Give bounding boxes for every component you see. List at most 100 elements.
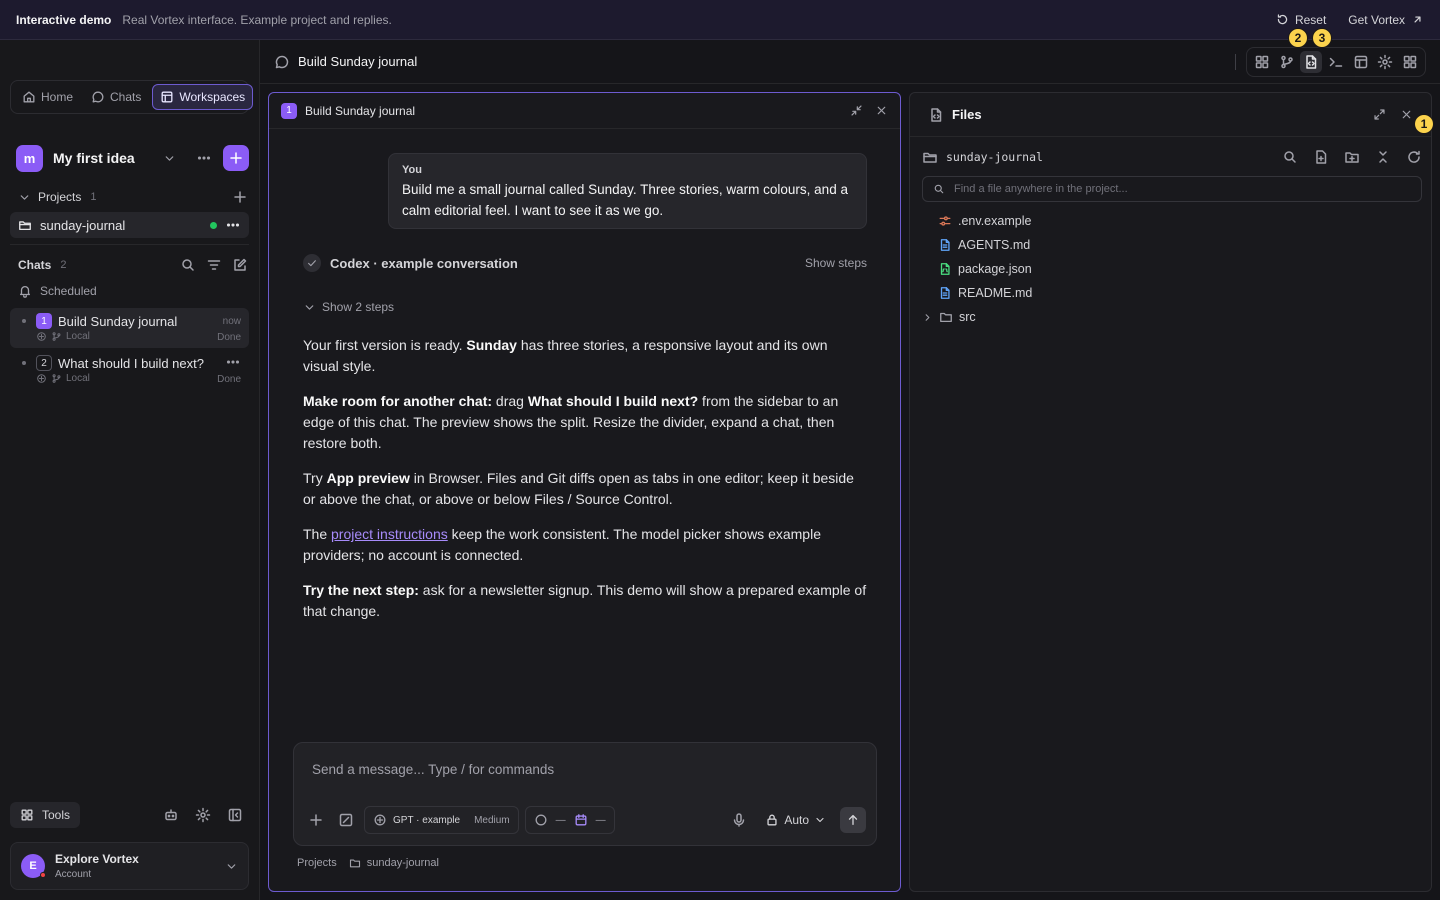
bell-icon — [19, 285, 31, 298]
banner-subtitle: Real Vortex interface. Example project a… — [122, 12, 392, 27]
context-picker[interactable]: — — — [524, 806, 615, 834]
tab-chats[interactable]: Chats — [84, 84, 148, 110]
bot-icon[interactable] — [163, 807, 179, 823]
message-composer[interactable]: Send a message... Type / for commands GP… — [293, 742, 877, 846]
expand-icon[interactable] — [1373, 108, 1386, 121]
message-input[interactable]: Send a message... Type / for commands — [312, 762, 554, 777]
account-card[interactable]: E Explore Vortex Account — [10, 842, 249, 890]
tools-row: Tools — [10, 802, 249, 828]
tab-workspaces[interactable]: Workspaces — [152, 84, 254, 110]
workspace-switcher[interactable]: m My first idea — [16, 144, 249, 172]
chat-time: now — [222, 316, 241, 327]
sidebar-toggle-icon[interactable] — [227, 807, 243, 823]
chat-item-build-sunday[interactable]: 1 Build Sunday journal Local now Done — [10, 308, 249, 348]
scheduled-item[interactable]: Scheduled — [18, 284, 97, 298]
banner-title: Interactive demo — [16, 12, 112, 27]
file-item-env-example[interactable]: .env.example — [922, 210, 1422, 232]
user-label: You — [402, 164, 422, 176]
chevron-down-icon — [305, 304, 314, 310]
text-bold: Make room for another chat: — [303, 393, 493, 409]
browser-button[interactable] — [1350, 51, 1372, 73]
chevron-down-icon — [227, 863, 236, 869]
close-icon[interactable] — [1400, 108, 1413, 121]
workspace-icon — [161, 91, 173, 103]
file-search[interactable] — [922, 176, 1422, 202]
folder-item-src[interactable]: src — [922, 306, 1422, 328]
chats-count: 2 — [60, 259, 67, 271]
file-item-agents-md[interactable]: AGENTS.md — [922, 234, 1422, 256]
chat-item-what-next[interactable]: 2 What should I build next? Local Done — [10, 350, 249, 390]
files-pane: Files sunday-journal .env.example AGENTS… — [909, 92, 1432, 892]
add-project-icon[interactable] — [232, 189, 248, 205]
breadcrumb-root[interactable]: Projects — [297, 857, 337, 869]
file-name: AGENTS.md — [958, 238, 1031, 252]
view-toolbar — [1246, 47, 1426, 77]
text-bold: App preview — [326, 470, 410, 486]
file-item-package-json[interactable]: package.json — [922, 258, 1422, 280]
chevron-right-icon — [925, 313, 930, 321]
new-button[interactable] — [223, 145, 249, 171]
file-search-input[interactable] — [954, 183, 1394, 195]
chevron-down-icon[interactable] — [163, 152, 176, 165]
gear-icon[interactable] — [195, 807, 211, 823]
arrow-up-icon — [848, 814, 858, 826]
checkbox-edit-icon[interactable] — [338, 812, 354, 828]
terminal-button[interactable] — [1325, 51, 1347, 73]
project-item-sunday-journal[interactable]: sunday-journal — [10, 212, 249, 238]
breadcrumb: Projects sunday-journal — [297, 857, 439, 869]
get-vortex-link[interactable]: Get Vortex — [1348, 13, 1424, 27]
files-button[interactable] — [1300, 51, 1323, 73]
compose-icon[interactable] — [232, 257, 248, 273]
mode-picker[interactable]: Auto — [765, 813, 826, 827]
plus-icon[interactable] — [308, 812, 324, 828]
tab-home[interactable]: Home — [15, 84, 80, 110]
project-instructions-link[interactable]: project instructions — [331, 526, 448, 542]
show-steps-button[interactable]: Show steps — [805, 256, 867, 270]
folder-open-icon — [923, 152, 937, 163]
bullet — [22, 361, 26, 365]
agent-title: Codex · example conversation — [330, 255, 518, 271]
guide-badge-2: 2 — [1288, 28, 1308, 48]
filter-icon[interactable] — [206, 257, 222, 273]
more-horizontal-icon[interactable] — [225, 354, 241, 370]
breadcrumb-project[interactable]: sunday-journal — [367, 857, 439, 869]
text-bold: What should I build next? — [527, 393, 699, 409]
more-horizontal-icon[interactable] — [196, 150, 212, 166]
reset-button[interactable]: Reset — [1276, 13, 1326, 27]
close-icon[interactable] — [875, 104, 888, 117]
agent-reply: Your first version is ready. Sunday has … — [303, 335, 867, 636]
workspace-avatar: m — [16, 144, 43, 172]
chat-number: 1 — [36, 313, 52, 329]
layout-grid-button[interactable] — [1251, 51, 1273, 73]
avatar: E — [21, 854, 46, 878]
new-folder-icon[interactable] — [1344, 149, 1360, 165]
model-logo-icon — [37, 374, 46, 383]
source-control-button[interactable] — [1276, 51, 1298, 73]
refresh-icon[interactable] — [1406, 149, 1422, 165]
tools-button[interactable]: Tools — [10, 802, 81, 828]
settings-button[interactable] — [1374, 51, 1396, 73]
divider — [1235, 54, 1236, 70]
search-icon[interactable] — [1282, 149, 1298, 165]
send-button[interactable] — [840, 807, 866, 833]
markdown-file-icon — [940, 239, 950, 251]
model-picker[interactable]: GPT · example Medium — [364, 806, 519, 834]
projects-header[interactable]: Projects 1 — [18, 188, 248, 206]
account-name: Explore Vortex — [55, 852, 139, 866]
new-file-icon[interactable] — [1313, 149, 1329, 165]
more-horizontal-icon[interactable] — [225, 217, 241, 233]
microphone-icon[interactable] — [731, 812, 747, 828]
demo-banner: Interactive demo Real Vortex interface. … — [0, 0, 1440, 40]
steps-toggle[interactable]: Show 2 steps — [303, 300, 394, 314]
chat-number: 2 — [36, 355, 52, 371]
external-arrow-icon — [1414, 16, 1421, 23]
tab-chats-label: Chats — [110, 90, 142, 104]
git-branch-icon — [52, 332, 61, 341]
apps-button[interactable] — [1399, 51, 1421, 73]
collapse-icon[interactable] — [850, 104, 863, 117]
collapse-all-icon[interactable] — [1375, 149, 1391, 165]
main-topbar: Build Sunday journal — [260, 40, 1440, 84]
file-item-readme-md[interactable]: README.md — [922, 282, 1422, 304]
search-icon[interactable] — [180, 257, 196, 273]
chevron-down-icon — [20, 194, 29, 200]
